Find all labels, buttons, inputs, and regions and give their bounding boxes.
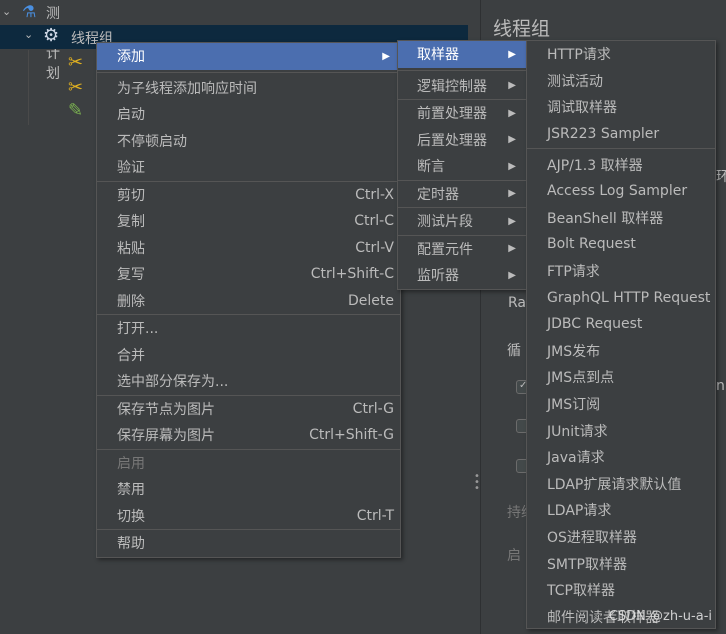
sampler-item[interactable]: LDAP请求	[527, 497, 715, 524]
flask-icon: ⚗	[22, 2, 37, 21]
tools-icon: ✂	[68, 77, 84, 98]
menu-item-toggle[interactable]: 切换 Ctrl-T	[97, 503, 400, 530]
menu-item-help[interactable]: 帮助	[97, 530, 400, 557]
sampler-item[interactable]: JMS订阅	[527, 391, 715, 418]
chevron-right-icon: ▶	[508, 48, 516, 60]
menu-item-add-response-time[interactable]: 为子线程添加响应时间	[97, 75, 400, 102]
menu-item-cut[interactable]: 剪切 Ctrl-X	[97, 182, 400, 209]
submenu-item-logic-controller[interactable]: 逻辑控制器 ▶	[398, 73, 526, 100]
sampler-item[interactable]: OS进程取样器	[527, 524, 715, 551]
tree-guide	[28, 50, 29, 125]
panel-title: 线程组	[493, 18, 551, 40]
submenu-item-postprocessor[interactable]: 后置处理器 ▶	[398, 127, 526, 154]
sampler-item[interactable]: HTTP请求	[527, 41, 715, 68]
watermark: CSDN @zh-u-a-i	[608, 609, 712, 624]
sampler-item[interactable]: GraphQL HTTP Request	[527, 284, 715, 311]
menu-item-paste[interactable]: 粘贴 Ctrl-V	[97, 235, 400, 262]
panel-text: n	[716, 378, 725, 394]
menu-item-save-selection[interactable]: 选中部分保存为...	[97, 368, 400, 395]
splitter-handle[interactable]: • • •	[474, 472, 480, 494]
chevron-right-icon: ▶	[382, 50, 390, 62]
sampler-item[interactable]: Bolt Request	[527, 231, 715, 258]
menu-item-start-no-pause[interactable]: 不停顿启动	[97, 128, 400, 155]
menu-item-start[interactable]: 启动	[97, 101, 400, 128]
tools-icon: ✂	[68, 52, 84, 73]
sampler-item[interactable]: FTP请求	[527, 258, 715, 285]
chevron-right-icon: ▶	[508, 215, 516, 227]
sampler-item[interactable]: JSR223 Sampler	[527, 121, 715, 148]
submenu-item-listener[interactable]: 监听器 ▶	[398, 262, 526, 289]
sampler-item[interactable]: TCP取样器	[527, 577, 715, 604]
sampler-item[interactable]: JDBC Request	[527, 311, 715, 338]
menu-item-copy[interactable]: 复制 Ctrl-C	[97, 208, 400, 235]
chevron-down-icon[interactable]: ⌄	[24, 28, 33, 41]
add-submenu: 取样器 ▶ 逻辑控制器 ▶ 前置处理器 ▶ 后置处理器 ▶ 断言 ▶ 定时器 ▶ 测试片段 ▶…	[397, 40, 527, 290]
panel-text: 启	[507, 548, 521, 564]
chevron-right-icon: ▶	[508, 160, 516, 172]
sampler-item[interactable]: Access Log Sampler	[527, 178, 715, 205]
sampler-item[interactable]: 调试取样器	[527, 94, 715, 121]
menu-item-enable: 启用	[117, 455, 145, 472]
menu-item-delete[interactable]: 删除 Delete	[97, 288, 400, 315]
sampler-item[interactable]: JMS发布	[527, 338, 715, 365]
sampler-item[interactable]: LDAP扩展请求默认值	[527, 471, 715, 498]
chevron-right-icon: ▶	[508, 134, 516, 146]
chevron-right-icon: ▶	[508, 188, 516, 200]
chevron-right-icon: ▶	[508, 243, 516, 255]
submenu-item-test-fragment[interactable]: 测试片段 ▶	[398, 208, 526, 235]
sampler-item[interactable]: AJP/1.3 取样器	[527, 151, 715, 178]
menu-item-duplicate[interactable]: 复写 Ctrl+Shift-C	[97, 261, 400, 288]
menu-item-merge[interactable]: 合并	[97, 342, 400, 369]
context-menu: 添加 ▶ 为子线程添加响应时间 启动 不停顿启动 验证 剪切 Ctrl-X 复制 Ct…	[96, 42, 401, 558]
chevron-right-icon: ▶	[508, 269, 516, 281]
sampler-item[interactable]: JMS点到点	[527, 364, 715, 391]
submenu-item-timer[interactable]: 定时器 ▶	[398, 181, 526, 208]
sampler-item[interactable]: SMTP取样器	[527, 550, 715, 577]
submenu-item-preprocessor[interactable]: 前置处理器 ▶	[398, 100, 526, 127]
submenu-item-assertion[interactable]: 断言 ▶	[398, 153, 526, 180]
menu-item-disable[interactable]: 禁用	[97, 476, 400, 503]
dropper-icon: ✎	[68, 100, 84, 121]
sampler-item[interactable]: 测试活动	[527, 68, 715, 95]
sampler-item[interactable]: Java请求	[527, 444, 715, 471]
chevron-right-icon: ▶	[508, 107, 516, 119]
panel-text: 循	[507, 343, 521, 359]
panel-text: 环	[716, 169, 726, 185]
menu-item-save-screen-image[interactable]: 保存屏幕为图片 Ctrl+Shift-G	[97, 422, 400, 449]
chevron-down-icon[interactable]: ⌄	[2, 5, 11, 18]
menu-item-save-node-image[interactable]: 保存节点为图片 Ctrl-G	[97, 396, 400, 423]
chevron-right-icon: ▶	[508, 80, 516, 92]
sampler-submenu: HTTP请求 测试活动 调试取样器 JSR223 Sampler AJP/1.3 取样器…	[526, 40, 716, 629]
menu-item-validate[interactable]: 验证	[97, 154, 400, 181]
sampler-item[interactable]: BeanShell 取样器	[527, 205, 715, 232]
panel-text: Ra	[508, 295, 526, 311]
label: 添加	[117, 49, 145, 66]
sampler-item[interactable]: JUnit请求	[527, 417, 715, 444]
submenu-item-sampler[interactable]: 取样器 ▶	[398, 41, 526, 68]
submenu-item-config-element[interactable]: 配置元件 ▶	[398, 236, 526, 263]
menu-item-open[interactable]: 打开...	[97, 315, 400, 342]
menu-item-add[interactable]: 添加 ▶	[97, 43, 400, 70]
gear-icon: ⚙	[43, 25, 60, 46]
